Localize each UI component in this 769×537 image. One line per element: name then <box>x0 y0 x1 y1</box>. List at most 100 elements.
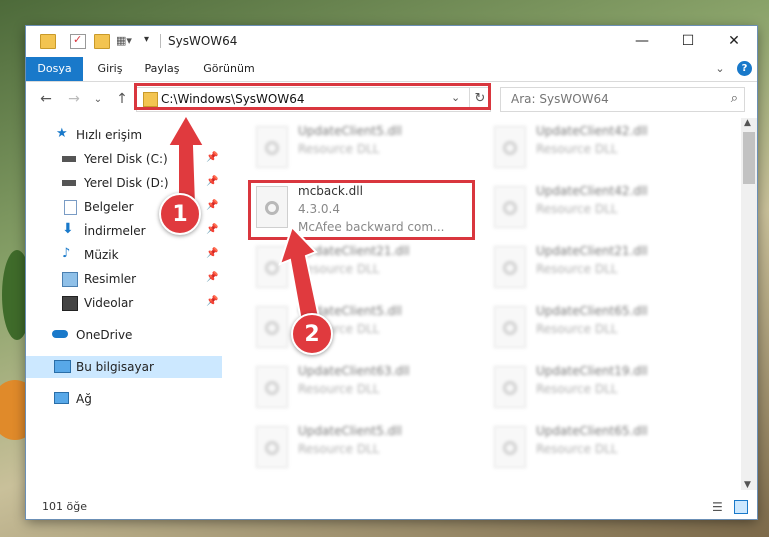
scroll-down-icon[interactable]: ▼ <box>744 480 751 490</box>
dll-file-icon <box>256 246 288 288</box>
sidebar-item-quick-access[interactable]: ★ Hızlı erişim <box>26 124 222 146</box>
file-description: Resource DLL <box>536 262 618 276</box>
pin-icon: 📌 <box>206 272 219 283</box>
file-tile[interactable]: UpdateClient63.dll Resource DLL <box>250 362 476 418</box>
file-tile[interactable]: UpdateClient42.dll Resource DLL <box>488 182 714 238</box>
sidebar-item-disk-d[interactable]: Yerel Disk (D:) 📌 <box>26 172 222 194</box>
tab-gorunum[interactable]: Görünüm <box>196 57 262 81</box>
qat-customize-icon[interactable]: ▾ <box>144 34 158 47</box>
file-name: UpdateClient42.dll <box>536 184 648 198</box>
forward-arrow-icon[interactable]: → <box>64 88 84 110</box>
file-name: UpdateClient19.dll <box>536 364 648 378</box>
ribbon-expand-icon[interactable]: ⌄ <box>712 57 728 81</box>
status-bar: 101 öğe ☰ <box>26 496 757 519</box>
new-folder-icon[interactable] <box>94 34 110 49</box>
file-tile[interactable]: UpdateClient21.dll Resource DLL <box>488 242 714 298</box>
sidebar-item-label: Videolar <box>84 296 134 310</box>
recent-locations-icon[interactable]: ⌄ <box>88 88 108 110</box>
file-tile[interactable]: UpdateClient65.dll Resource DLL <box>488 422 714 478</box>
file-tile[interactable]: UpdateClient19.dll Resource DLL <box>488 362 714 418</box>
dll-file-icon <box>494 126 526 168</box>
sidebar-item-this-pc[interactable]: Bu bilgisayar <box>26 356 222 378</box>
help-icon[interactable]: ? <box>737 61 752 76</box>
file-tile[interactable]: UpdateClient5.dll Resource DLL <box>250 122 476 178</box>
sidebar-item-label: OneDrive <box>76 328 133 342</box>
sidebar-item-label: Ağ <box>76 392 92 406</box>
sidebar-item-label: Belgeler <box>84 200 134 214</box>
file-name: UpdateClient5.dll <box>298 124 402 138</box>
scroll-thumb[interactable] <box>743 132 755 184</box>
back-arrow-icon[interactable]: ← <box>36 88 56 110</box>
file-list: UpdateClient5.dll Resource DLL mcback.dl… <box>226 118 741 486</box>
annotation-badge-1: 1 <box>159 193 201 235</box>
large-icons-view-icon[interactable] <box>734 500 748 514</box>
file-name: UpdateClient65.dll <box>536 424 648 438</box>
address-highlight-box <box>134 83 491 110</box>
file-name: UpdateClient21.dll <box>536 244 648 258</box>
navigation-pane: ★ Hızlı erişim Yerel Disk (C:) 📌 Yerel D… <box>26 118 222 486</box>
documents-icon <box>64 200 77 215</box>
file-description: Resource DLL <box>298 142 380 156</box>
file-name: UpdateClient63.dll <box>298 364 410 378</box>
sidebar-item-disk-c[interactable]: Yerel Disk (C:) 📌 <box>26 148 222 170</box>
dll-file-icon <box>494 246 526 288</box>
sidebar-item-label: Yerel Disk (D:) <box>84 176 169 190</box>
pin-icon: 📌 <box>206 200 219 211</box>
close-button[interactable]: ✕ <box>711 26 757 56</box>
details-view-icon[interactable]: ☰ <box>712 500 723 514</box>
file-description: Resource DLL <box>536 322 618 336</box>
network-icon <box>54 392 69 404</box>
vertical-scrollbar[interactable]: ▲ ▼ <box>741 118 757 490</box>
file-description: Resource DLL <box>298 382 380 396</box>
tab-giris[interactable]: Giriş <box>90 57 130 81</box>
dll-file-icon <box>494 186 526 228</box>
drive-icon <box>62 156 76 162</box>
dll-file-icon <box>494 366 526 408</box>
file-description: Resource DLL <box>536 142 618 156</box>
file-description: Resource DLL <box>536 202 618 216</box>
minimize-button[interactable]: — <box>619 26 665 56</box>
up-arrow-icon[interactable]: ↑ <box>112 88 132 110</box>
sidebar-item-label: İndirmeler <box>84 224 146 238</box>
star-icon: ★ <box>56 126 68 141</box>
maximize-button[interactable]: ☐ <box>665 26 711 56</box>
file-description: Resource DLL <box>298 442 380 456</box>
download-icon: ⬇ <box>62 221 74 237</box>
file-tile[interactable]: UpdateClient5.dll Resource DLL <box>250 422 476 478</box>
dll-file-icon <box>256 126 288 168</box>
sidebar-item-label: Resimler <box>84 272 137 286</box>
file-name: UpdateClient42.dll <box>536 124 648 138</box>
tab-paylas[interactable]: Paylaş <box>140 57 184 81</box>
annotation-badge-2: 2 <box>291 313 333 355</box>
file-tile[interactable]: UpdateClient5.dll Resource DLL <box>250 302 476 358</box>
file-tile[interactable]: UpdateClient65.dll Resource DLL <box>488 302 714 358</box>
tab-dosya[interactable]: Dosya <box>26 57 83 81</box>
ribbon-tabs: Dosya Giriş Paylaş Görünüm ⌄ ? <box>26 57 757 82</box>
explorer-window: ✓ ▦▾ ▾ SysWOW64 — ☐ ✕ Dosya Giriş Paylaş… <box>26 26 757 519</box>
cloud-icon <box>52 330 68 338</box>
sidebar-item-videos[interactable]: Videolar 📌 <box>26 292 222 314</box>
sidebar-item-music[interactable]: ♪ Müzik 📌 <box>26 244 222 266</box>
search-icon[interactable]: ⌕ <box>731 91 738 106</box>
sidebar-item-label: Hızlı erişim <box>76 128 143 142</box>
file-description: Resource DLL <box>536 382 618 396</box>
file-tile[interactable]: UpdateClient21.dll Resource DLL <box>250 242 476 298</box>
search-box[interactable]: ⌕ <box>500 87 745 112</box>
file-description: Resource DLL <box>298 262 380 276</box>
search-input[interactable] <box>509 91 713 107</box>
video-icon <box>62 296 78 311</box>
sidebar-item-network[interactable]: Ağ <box>26 388 222 410</box>
dll-file-icon <box>494 306 526 348</box>
music-icon: ♪ <box>62 246 71 261</box>
file-tile[interactable]: UpdateClient42.dll Resource DLL <box>488 122 714 178</box>
properties-icon[interactable]: ✓ <box>70 33 86 49</box>
pin-icon: 📌 <box>206 176 219 187</box>
sidebar-item-pictures[interactable]: Resimler 📌 <box>26 268 222 290</box>
pictures-icon <box>62 272 78 287</box>
view-options-icon[interactable]: ▦▾ <box>116 34 134 47</box>
scroll-up-icon[interactable]: ▲ <box>744 118 751 128</box>
title-bar: ✓ ▦▾ ▾ SysWOW64 — ☐ ✕ <box>26 26 757 57</box>
sidebar-item-onedrive[interactable]: OneDrive <box>26 324 222 346</box>
dll-file-icon <box>256 366 288 408</box>
dll-file-icon <box>256 306 288 348</box>
